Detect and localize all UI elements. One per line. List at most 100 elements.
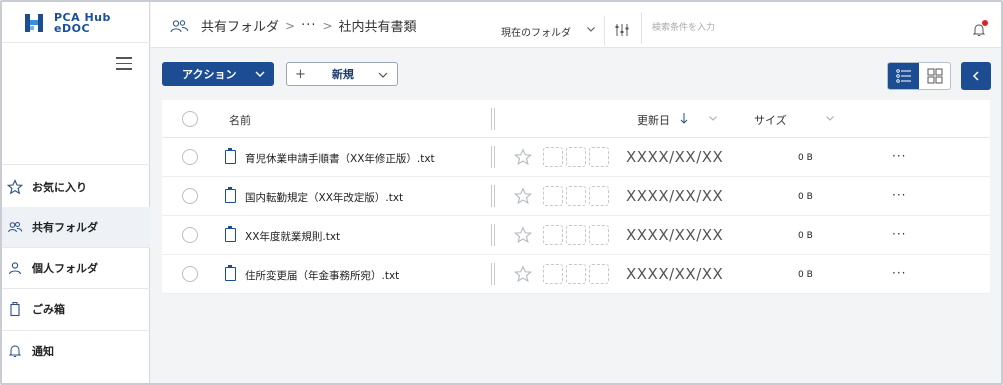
column-resize-handle[interactable]: [491, 185, 495, 207]
sidebar-item-favorites[interactable]: お気に入り: [2, 167, 150, 207]
more-options-icon[interactable]: ···: [892, 149, 906, 163]
table-row[interactable]: 育児休業申請手順書（XX年修正版）.txt XXXX/XX/XX 0 B ···: [162, 138, 990, 177]
logo-icon: [24, 12, 46, 34]
sidebar-item-shared-folder[interactable]: 共有フォルダ: [2, 207, 150, 247]
tag-slot[interactable]: [589, 225, 609, 245]
tag-slot[interactable]: [566, 186, 586, 206]
select-all-radio[interactable]: [182, 111, 198, 127]
file-size: 0 B: [798, 231, 813, 241]
tag-slot[interactable]: [543, 147, 563, 167]
chevron-down-icon: [377, 69, 389, 84]
file-icon: [225, 148, 236, 164]
file-name[interactable]: 住所変更届（年金事務所宛）.txt: [245, 268, 399, 283]
sidebar-item-trash[interactable]: ごみ箱: [2, 289, 150, 329]
more-options-icon[interactable]: ···: [892, 188, 906, 202]
new-button[interactable]: + 新規: [286, 62, 398, 86]
users-icon: [6, 218, 24, 236]
breadcrumb: 共有フォルダ > ··· > 社内共有書類: [169, 16, 417, 35]
file-size: 0 B: [798, 192, 813, 202]
column-header-size[interactable]: サイズ: [754, 112, 787, 128]
file-icon: [225, 187, 236, 203]
column-resize-handle[interactable]: [491, 224, 495, 246]
bell-icon: [6, 342, 24, 360]
breadcrumb-ellipsis[interactable]: ···: [301, 18, 316, 33]
menu-toggle-icon[interactable]: [116, 57, 132, 71]
new-button-label: 新規: [331, 68, 354, 81]
file-name[interactable]: 国内転勤規定（XX年改定版）.txt: [245, 190, 403, 205]
file-name[interactable]: XX年度就業規則.txt: [245, 229, 340, 244]
favorite-star-icon[interactable]: [513, 148, 533, 166]
notification-badge: [982, 20, 988, 26]
search-scope-value: 現在のフォルダ: [501, 27, 571, 39]
chevron-left-icon: [971, 70, 981, 82]
tag-slot[interactable]: [543, 225, 563, 245]
table-header: 名前 更新日 サイズ: [162, 100, 990, 138]
column-resize-handle[interactable]: [491, 263, 495, 285]
sidebar-item-label: ごみ箱: [32, 303, 65, 316]
collapse-panel-button[interactable]: [961, 62, 991, 90]
breadcrumb-separator: >: [285, 18, 296, 33]
breadcrumb-current: 社内共有書類: [338, 20, 417, 35]
updated-date: XXXX/XX/XX: [626, 265, 724, 283]
updated-date: XXXX/XX/XX: [626, 226, 724, 244]
search-scope-select[interactable]: 現在のフォルダ: [493, 16, 605, 46]
grid-view-icon[interactable]: [919, 63, 950, 89]
view-mode-toggle: [887, 62, 951, 90]
tag-slot[interactable]: [589, 264, 609, 284]
sidebar-item-personal-folder[interactable]: 個人フォルダ: [2, 248, 150, 288]
star-icon: [6, 178, 24, 196]
action-button[interactable]: アクション: [162, 62, 274, 86]
sidebar: PCA Hub eDOC お気に入り 共有フォルダ 個人フォルダ ごみ箱 通知: [2, 2, 150, 383]
file-icon: [225, 265, 236, 281]
table-row[interactable]: 国内転勤規定（XX年改定版）.txt XXXX/XX/XX 0 B ···: [162, 177, 990, 216]
breadcrumb-root[interactable]: 共有フォルダ: [201, 16, 279, 35]
list-view-icon[interactable]: [888, 63, 919, 89]
filter-settings-icon[interactable]: [613, 21, 631, 39]
row-select-radio[interactable]: [182, 188, 198, 204]
tag-slot[interactable]: [543, 264, 563, 284]
logo-line2: eDOC: [54, 22, 91, 35]
sidebar-item-label: 通知: [32, 345, 54, 358]
tag-slot[interactable]: [566, 225, 586, 245]
favorite-star-icon[interactable]: [513, 265, 533, 283]
app-window: PCA Hub eDOC お気に入り 共有フォルダ 個人フォルダ ごみ箱 通知 …: [0, 0, 1003, 385]
users-icon: [169, 18, 189, 34]
chevron-down-icon[interactable]: [708, 113, 718, 126]
favorite-star-icon[interactable]: [513, 226, 533, 244]
table-row[interactable]: 住所変更届（年金事務所宛）.txt XXXX/XX/XX 0 B ···: [162, 255, 990, 294]
top-bar: 共有フォルダ > ··· > 社内共有書類 現在のフォルダ: [151, 2, 1001, 48]
column-resize-handle[interactable]: [491, 108, 495, 130]
chevron-down-icon[interactable]: [825, 113, 835, 126]
favorite-star-icon[interactable]: [513, 187, 533, 205]
app-logo[interactable]: PCA Hub eDOC: [24, 10, 111, 36]
tag-slot[interactable]: [543, 186, 563, 206]
trash-icon: [6, 300, 24, 318]
file-table: 名前 更新日 サイズ 育児休業申請手順書（XX年修正版）.txt XXXX/XX…: [162, 100, 990, 294]
updated-date: XXXX/XX/XX: [626, 148, 724, 166]
tag-slot[interactable]: [566, 264, 586, 284]
file-size: 0 B: [798, 153, 813, 163]
row-select-radio[interactable]: [182, 266, 198, 282]
column-resize-handle[interactable]: [491, 146, 495, 168]
row-select-radio[interactable]: [182, 227, 198, 243]
chevron-down-icon: [254, 68, 266, 83]
more-options-icon[interactable]: ···: [892, 227, 906, 241]
more-options-icon[interactable]: ···: [892, 266, 906, 280]
row-select-radio[interactable]: [182, 149, 198, 165]
column-header-updated[interactable]: 更新日: [637, 112, 670, 128]
sort-arrow-down-icon[interactable]: [679, 112, 689, 127]
notification-bell-icon[interactable]: [971, 20, 988, 38]
table-row[interactable]: XX年度就業規則.txt XXXX/XX/XX 0 B ···: [162, 216, 990, 255]
user-icon: [6, 259, 24, 277]
file-size: 0 B: [798, 270, 813, 280]
action-button-label: アクション: [182, 68, 237, 81]
tag-slot[interactable]: [589, 186, 609, 206]
tag-slot[interactable]: [566, 147, 586, 167]
column-header-name[interactable]: 名前: [229, 112, 251, 128]
updated-date: XXXX/XX/XX: [626, 187, 724, 205]
file-name[interactable]: 育児休業申請手順書（XX年修正版）.txt: [245, 151, 435, 166]
divider: [2, 42, 150, 43]
sidebar-item-notifications[interactable]: 通知: [2, 331, 150, 371]
search-input[interactable]: [641, 12, 961, 44]
tag-slot[interactable]: [589, 147, 609, 167]
